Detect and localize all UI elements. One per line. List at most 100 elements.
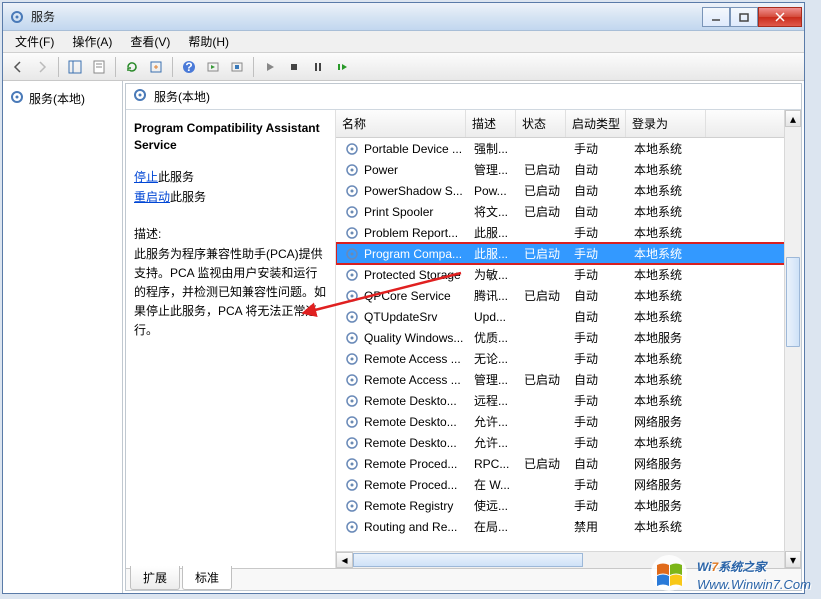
start-service-button[interactable] [259, 56, 281, 78]
scroll-down-button[interactable]: ▾ [785, 551, 801, 568]
gear-icon [344, 435, 360, 451]
properties-button[interactable] [88, 56, 110, 78]
gear-icon [344, 141, 360, 157]
refresh-button[interactable] [121, 56, 143, 78]
scroll-left-button[interactable]: ◂ [336, 552, 353, 568]
vertical-scrollbar[interactable]: ▴ ▾ [784, 110, 801, 568]
maximize-button[interactable] [730, 7, 758, 27]
service-row[interactable]: QPCore Service腾讯...已启动自动本地系统 [336, 285, 801, 306]
cell-desc: RPC... [470, 457, 520, 471]
col-startup[interactable]: 启动类型 [566, 110, 626, 137]
cell-startup: 手动 [570, 476, 630, 493]
service-row[interactable]: Protected Storage为敏...手动本地系统 [336, 264, 801, 285]
cell-name: Portable Device ... [364, 142, 462, 156]
tree-pane[interactable]: 服务(本地) [3, 81, 123, 593]
toolbar-btn-8[interactable] [202, 56, 224, 78]
cell-logon: 本地系统 [630, 140, 710, 157]
restart-suffix: 此服务 [170, 190, 206, 204]
help-button[interactable]: ? [178, 56, 200, 78]
bottom-tabs: 扩展 标准 [126, 568, 801, 590]
service-row[interactable]: Print Spooler将文...已启动自动本地系统 [336, 201, 801, 222]
service-row[interactable]: Quality Windows...优质...手动本地服务 [336, 327, 801, 348]
cell-desc: 为敏... [470, 266, 520, 283]
service-row[interactable]: Remote Deskto...允许...手动网络服务 [336, 411, 801, 432]
cell-name: Remote Deskto... [364, 436, 457, 450]
restart-service-link[interactable]: 重启动 [134, 190, 170, 204]
service-row[interactable]: Remote Proced...在 W...手动网络服务 [336, 474, 801, 495]
col-desc[interactable]: 描述 [466, 110, 516, 137]
toolbar-btn-9[interactable] [226, 56, 248, 78]
minimize-button[interactable] [702, 7, 730, 27]
cell-logon: 本地服务 [630, 329, 710, 346]
scroll-thumb-h[interactable] [353, 553, 583, 567]
titlebar[interactable]: 服务 [3, 3, 804, 31]
scroll-up-button[interactable]: ▴ [785, 110, 801, 127]
cell-startup: 自动 [570, 308, 630, 325]
menu-file[interactable]: 文件(F) [7, 31, 62, 52]
menu-action[interactable]: 操作(A) [64, 31, 120, 52]
tree-root-services[interactable]: 服务(本地) [7, 87, 118, 110]
selected-service-name: Program Compatibility Assistant Service [134, 120, 327, 154]
service-row[interactable]: Routing and Re...在局...禁用本地系统 [336, 516, 801, 537]
horizontal-scrollbar[interactable]: ◂ ▸ [336, 551, 801, 568]
cell-name: Protected Storage [364, 268, 461, 282]
scroll-thumb-v[interactable] [786, 257, 800, 347]
cell-desc: 腾讯... [470, 287, 520, 304]
service-row[interactable]: Problem Report...此服...手动本地系统 [336, 222, 801, 243]
tree-root-label: 服务(本地) [29, 90, 85, 107]
right-header: 服务(本地) [126, 84, 801, 110]
cell-desc: 强制... [470, 140, 520, 157]
forward-button[interactable] [31, 56, 53, 78]
cell-logon: 本地系统 [630, 434, 710, 451]
tab-extended[interactable]: 扩展 [130, 566, 180, 590]
service-row[interactable]: Remote Registry使远...手动本地服务 [336, 495, 801, 516]
service-row[interactable]: Program Compa...此服...已启动手动本地系统 [336, 243, 801, 264]
gear-icon [344, 204, 360, 220]
cell-logon: 本地系统 [630, 287, 710, 304]
cell-logon: 本地服务 [630, 497, 710, 514]
cell-name: Remote Access ... [364, 373, 461, 387]
service-row[interactable]: Remote Access ...无论...手动本地系统 [336, 348, 801, 369]
restart-service-button[interactable] [331, 56, 353, 78]
stop-service-link[interactable]: 停止 [134, 170, 158, 184]
cell-startup: 手动 [570, 224, 630, 241]
show-hide-tree-button[interactable] [64, 56, 86, 78]
service-row[interactable]: Remote Proced...RPC...已启动自动网络服务 [336, 453, 801, 474]
right-header-title: 服务(本地) [154, 88, 210, 105]
service-row[interactable]: Remote Deskto...允许...手动本地系统 [336, 432, 801, 453]
service-row[interactable]: Remote Deskto...远程...手动本地系统 [336, 390, 801, 411]
service-row[interactable]: PowerShadow S...Pow...已启动自动本地系统 [336, 180, 801, 201]
menubar: 文件(F) 操作(A) 查看(V) 帮助(H) [3, 31, 804, 53]
cell-logon: 本地系统 [630, 203, 710, 220]
cell-logon: 本地系统 [630, 308, 710, 325]
cell-name: Remote Registry [364, 499, 453, 513]
export-button[interactable] [145, 56, 167, 78]
back-button[interactable] [7, 56, 29, 78]
close-button[interactable] [758, 7, 802, 27]
col-status[interactable]: 状态 [516, 110, 566, 137]
tab-standard[interactable]: 标准 [182, 566, 232, 590]
gear-icon [344, 519, 360, 535]
stop-service-button[interactable] [283, 56, 305, 78]
pause-service-button[interactable] [307, 56, 329, 78]
right-pane: 服务(本地) Program Compatibility Assistant S… [125, 83, 802, 591]
cell-startup: 自动 [570, 371, 630, 388]
col-logon[interactable]: 登录为 [626, 110, 706, 137]
service-row[interactable]: Remote Access ...管理...已启动自动本地系统 [336, 369, 801, 390]
cell-name: Remote Deskto... [364, 415, 457, 429]
menu-view[interactable]: 查看(V) [122, 31, 178, 52]
cell-name: Remote Proced... [364, 457, 457, 471]
list-rows[interactable]: Portable Device ...强制...手动本地系统Power管理...… [336, 138, 801, 551]
service-row[interactable]: Power管理...已启动自动本地系统 [336, 159, 801, 180]
cell-name: Routing and Re... [364, 520, 457, 534]
cell-name: Remote Proced... [364, 478, 457, 492]
service-row[interactable]: Portable Device ...强制...手动本地系统 [336, 138, 801, 159]
gear-icon [344, 309, 360, 325]
cell-status: 已启动 [520, 182, 570, 199]
service-row[interactable]: QTUpdateSrvUpd...自动本地系统 [336, 306, 801, 327]
col-name[interactable]: 名称 [336, 110, 466, 137]
cell-name: PowerShadow S... [364, 184, 463, 198]
gear-icon [132, 87, 148, 106]
cell-startup: 自动 [570, 203, 630, 220]
menu-help[interactable]: 帮助(H) [180, 31, 237, 52]
